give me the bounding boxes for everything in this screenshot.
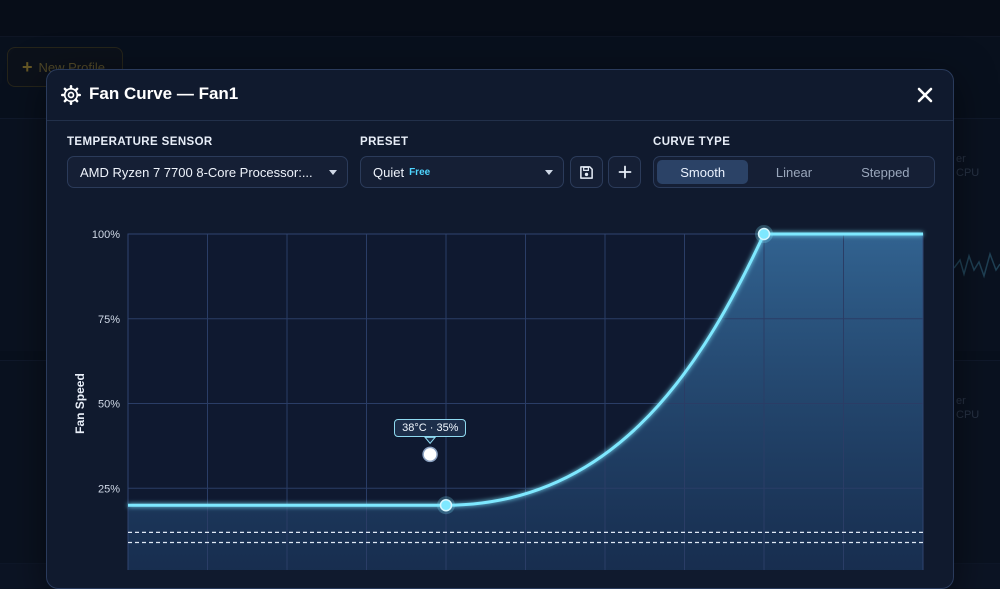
y-tick-label: 100%	[92, 229, 120, 241]
fan-curve-dialog: Fan Curve — Fan1 TEMPERATURE SENSOR AMD …	[46, 69, 954, 589]
curve-handle[interactable]	[439, 498, 453, 512]
curve-handle[interactable]	[757, 227, 771, 241]
hover-point	[422, 446, 438, 463]
fan-curve-chart[interactable]: 25% 50% 75% 100% Fan Speed	[47, 70, 953, 570]
y-tick-label: 25%	[98, 483, 120, 495]
y-tick-label: 50%	[98, 399, 120, 411]
point-tooltip: 38°C · 35%	[394, 419, 467, 438]
y-axis-label: Fan Speed	[73, 373, 87, 434]
y-tick-label: 75%	[98, 314, 120, 326]
